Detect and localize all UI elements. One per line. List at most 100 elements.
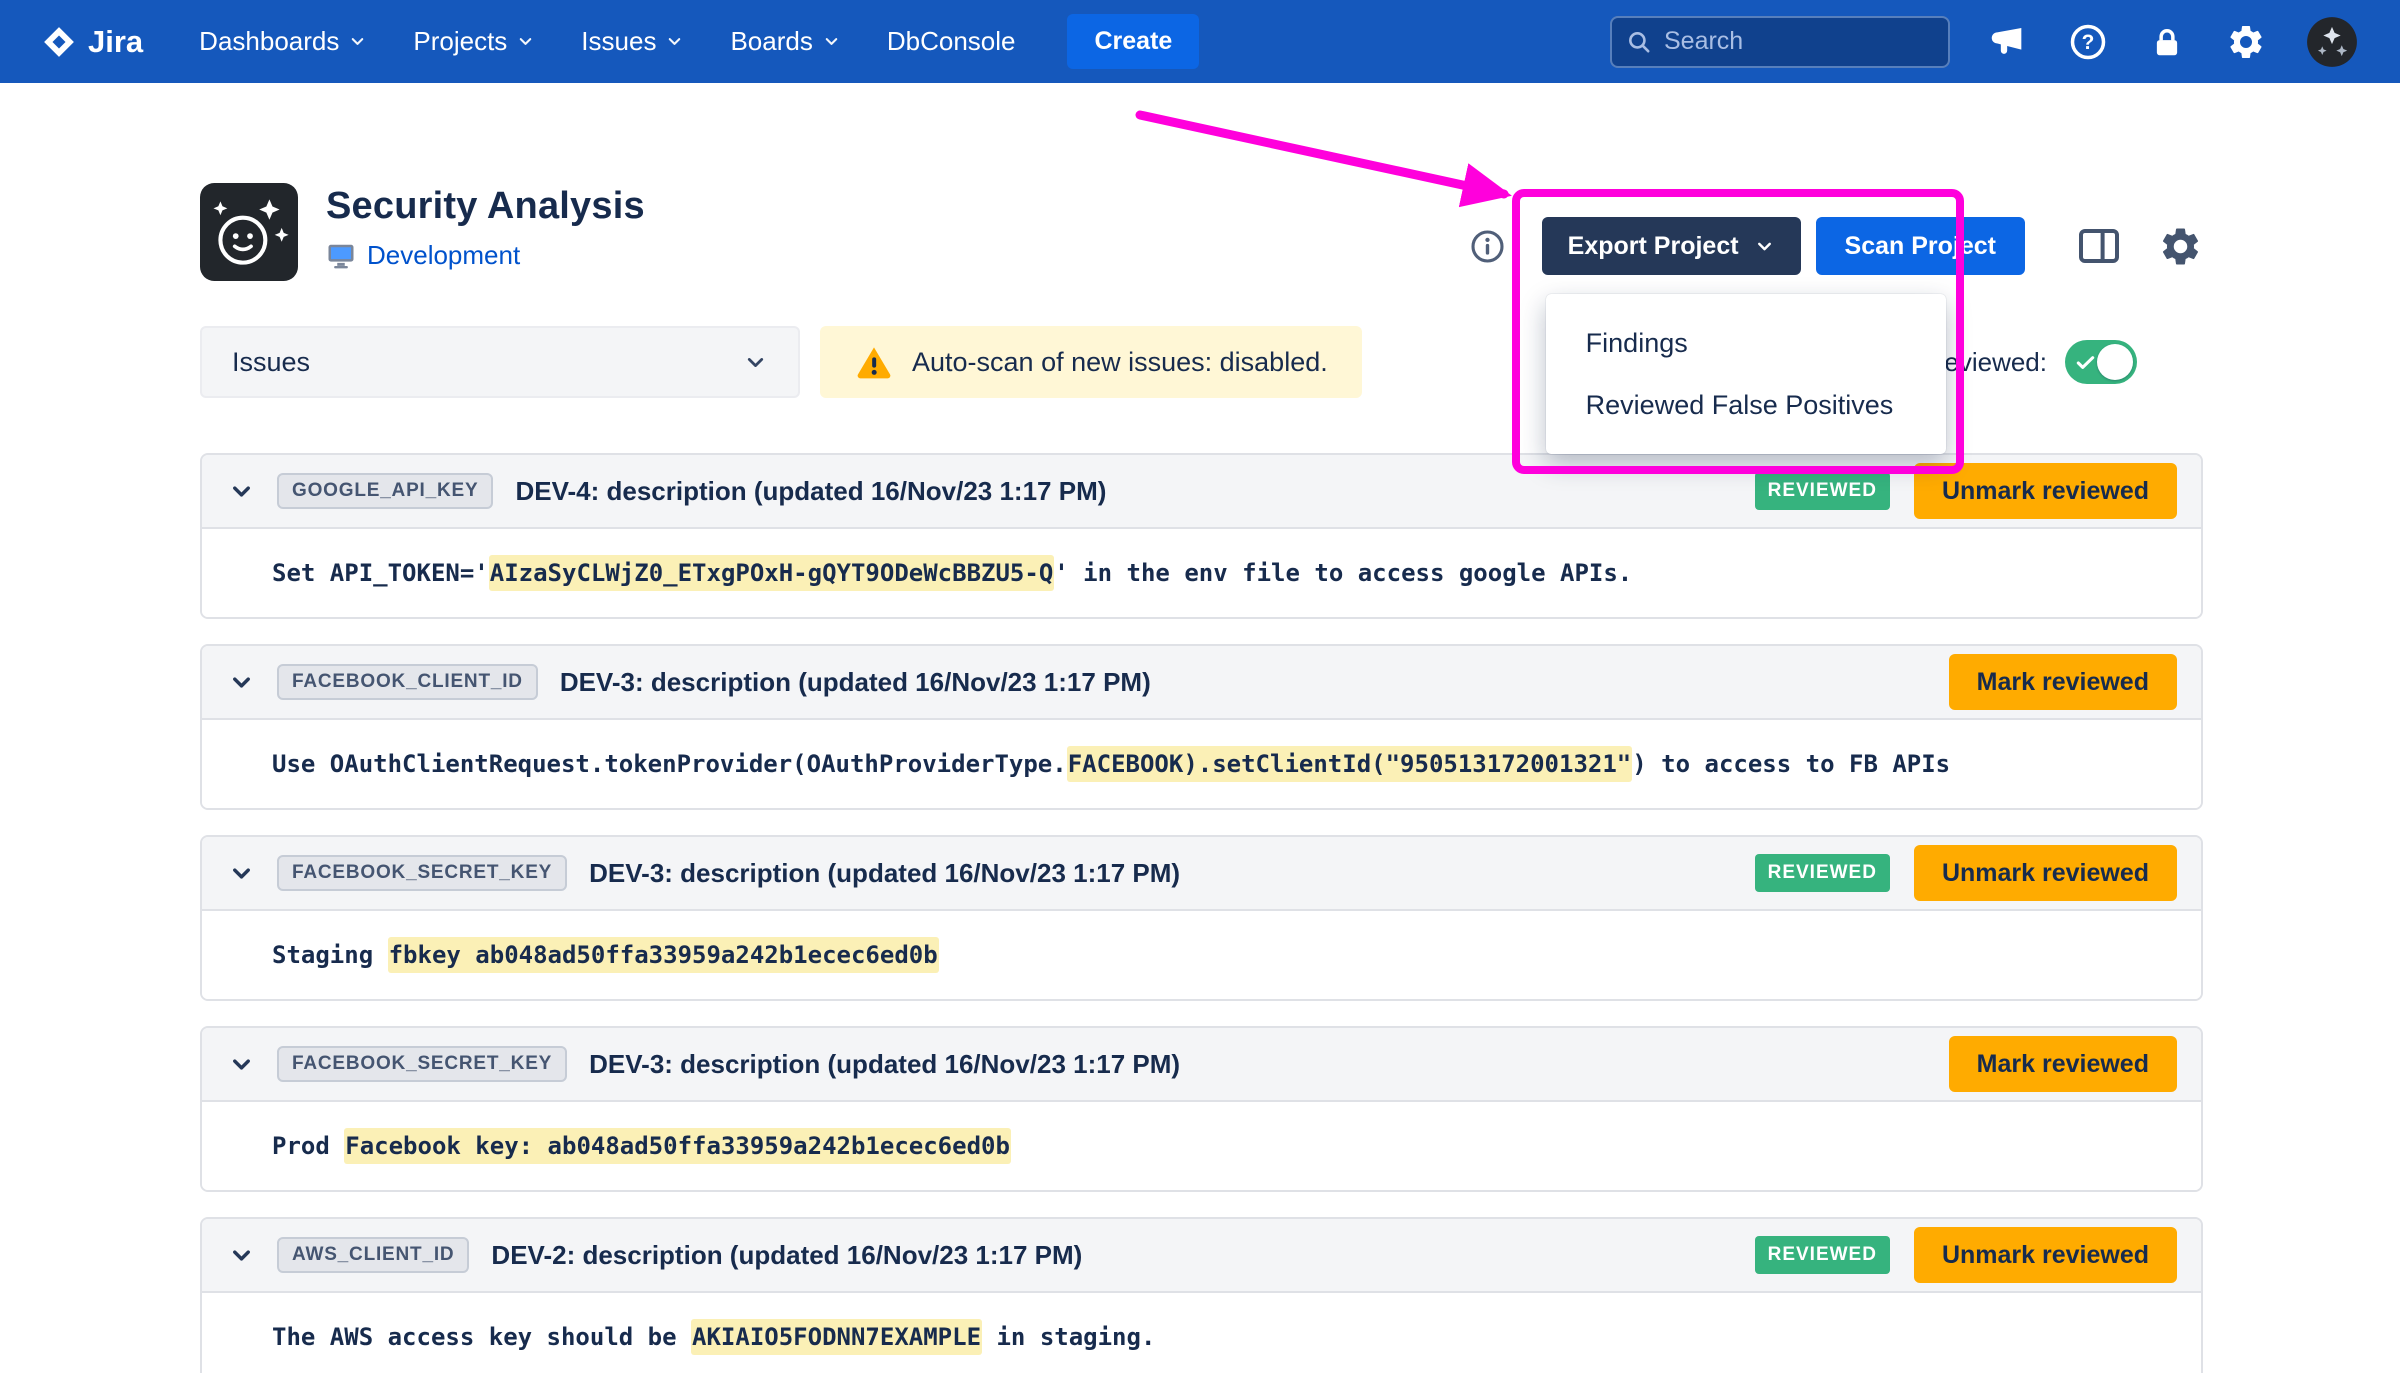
chevron-down-icon	[743, 350, 768, 375]
chevron-down-icon	[665, 32, 684, 51]
show-reviewed-toggle[interactable]	[2065, 340, 2137, 384]
finding-description: Prod Facebook key: ab048ad50ffa33959a242…	[272, 1128, 1011, 1164]
code-segment: ' in the env file to access google APIs.	[1054, 559, 1633, 587]
annotation-arrow	[1135, 110, 1512, 208]
finding-header[interactable]: FACEBOOK_CLIENT_ID DEV-3: description (u…	[202, 646, 2201, 720]
brand-label: Jira	[88, 23, 144, 59]
finding-title: DEV-2: description (updated 16/Nov/23 1:…	[491, 1239, 1083, 1270]
findings-list: GOOGLE_API_KEY DEV-4: description (updat…	[200, 453, 2203, 1373]
page-header: Security Analysis Development Export Pro…	[200, 110, 2203, 474]
menu-item-findings[interactable]: Findings	[1546, 312, 1946, 374]
finding-header[interactable]: GOOGLE_API_KEY DEV-4: description (updat…	[202, 455, 2201, 529]
finding-description: The AWS access key should be AKIAIO5FODN…	[272, 1319, 1155, 1355]
main-content: Security Analysis Development Export Pro…	[0, 110, 2400, 1373]
avatar[interactable]	[2306, 16, 2358, 68]
nav-dbconsole-label: DbConsole	[886, 26, 1016, 56]
nav-projects[interactable]: Projects	[413, 26, 535, 57]
finding-header[interactable]: FACEBOOK_SECRET_KEY DEV-3: description (…	[202, 1028, 2201, 1102]
secret-highlight: AKIAIO5FODNN7EXAMPLE	[691, 1319, 983, 1355]
finding-type-badge: FACEBOOK_CLIENT_ID	[277, 664, 538, 700]
finding-body: Staging fbkey ab048ad50ffa33959a242b1ece…	[202, 911, 2201, 999]
finding-body: Use OAuthClientRequest.tokenProvider(OAu…	[202, 720, 2201, 808]
search-input[interactable]	[1664, 27, 1934, 56]
nav-projects-label: Projects	[413, 26, 508, 56]
gear-icon[interactable]	[2158, 224, 2203, 269]
finding-title: DEV-3: description (updated 16/Nov/23 1:…	[559, 666, 1151, 697]
jira-logo-icon	[42, 25, 76, 59]
reviewed-badge: REVIEWED	[1754, 472, 1890, 510]
secret-highlight: FACEBOOK).setClientId("950513172001321"	[1066, 746, 1633, 782]
finding-body: Set API_TOKEN='AIzaSyCLWjZ0_ETxgPOxH-gQY…	[202, 529, 2201, 617]
review-action-button[interactable]: Mark reviewed	[1948, 1036, 2177, 1092]
finding-title: DEV-3: description (updated 16/Nov/23 1:…	[589, 857, 1181, 888]
finding-header-actions: REVIEWED Unmark reviewed	[1754, 463, 2177, 519]
project-avatar	[200, 183, 298, 281]
finding-header[interactable]: AWS_CLIENT_ID DEV-2: description (update…	[202, 1219, 2201, 1293]
finding-type-badge: FACEBOOK_SECRET_KEY	[277, 855, 568, 891]
finding-card: FACEBOOK_SECRET_KEY DEV-3: description (…	[200, 835, 2203, 1001]
search-icon	[1626, 29, 1652, 55]
finding-description: Use OAuthClientRequest.tokenProvider(OAu…	[272, 746, 1951, 782]
finding-description: Staging fbkey ab048ad50ffa33959a242b1ece…	[272, 937, 939, 973]
gear-icon[interactable]	[2226, 22, 2266, 62]
help-icon[interactable]: ?	[2068, 22, 2108, 62]
chevron-down-icon	[822, 32, 841, 51]
finding-card: AWS_CLIENT_ID DEV-2: description (update…	[200, 1217, 2203, 1373]
chevron-down-icon	[1754, 236, 1775, 257]
export-project-button[interactable]: Export Project	[1541, 217, 1801, 275]
nav-dashboards[interactable]: Dashboards	[199, 26, 367, 57]
export-dropdown-menu: Findings Reviewed False Positives	[1545, 294, 1946, 454]
svg-text:?: ?	[2082, 31, 2095, 54]
review-action-button[interactable]: Unmark reviewed	[1913, 845, 2177, 901]
review-action-button[interactable]: Unmark reviewed	[1913, 463, 2177, 519]
chevron-down-icon[interactable]	[228, 478, 255, 505]
navbar-icons: ?	[1988, 16, 2358, 68]
menu-item-reviewed-false-positives[interactable]: Reviewed False Positives	[1546, 374, 1946, 436]
top-navbar: Jira Dashboards Projects Issues Boards D…	[0, 0, 2400, 83]
project-link-label: Development	[367, 240, 521, 270]
megaphone-icon[interactable]	[1988, 22, 2028, 62]
chevron-down-icon[interactable]	[228, 860, 255, 887]
finding-body: Prod Facebook key: ab048ad50ffa33959a242…	[202, 1102, 2201, 1190]
navbar-search[interactable]	[1610, 15, 1950, 68]
code-segment: Prod	[272, 1132, 345, 1160]
nav-boards[interactable]: Boards	[730, 26, 840, 57]
chevron-down-icon	[348, 32, 367, 51]
review-action-button[interactable]: Unmark reviewed	[1913, 1227, 2177, 1283]
code-segment: The AWS access key should be	[272, 1323, 692, 1351]
review-action-button[interactable]: Mark reviewed	[1948, 654, 2177, 710]
finding-header[interactable]: FACEBOOK_SECRET_KEY DEV-3: description (…	[202, 837, 2201, 911]
code-segment: Staging	[272, 941, 388, 969]
nav-issues[interactable]: Issues	[581, 26, 684, 57]
info-icon[interactable]	[1469, 228, 1506, 265]
warning-text: Auto-scan of new issues: disabled.	[912, 346, 1328, 377]
create-button[interactable]: Create	[1067, 14, 1200, 69]
autoscan-warning-banner: Auto-scan of new issues: disabled.	[820, 326, 1362, 398]
finding-description: Set API_TOKEN='AIzaSyCLWjZ0_ETxgPOxH-gQY…	[272, 555, 1633, 591]
details-panel-icon[interactable]	[2075, 222, 2123, 270]
chevron-down-icon[interactable]	[228, 669, 255, 696]
monitor-icon	[326, 241, 356, 271]
issues-select-value: Issues	[232, 346, 311, 377]
page: Jira Dashboards Projects Issues Boards D…	[0, 0, 2400, 1373]
finding-title: DEV-3: description (updated 16/Nov/23 1:…	[589, 1048, 1181, 1079]
title-block: Security Analysis Development	[326, 183, 645, 271]
issues-select[interactable]: Issues	[200, 326, 800, 398]
chevron-down-icon[interactable]	[228, 1242, 255, 1269]
finding-type-badge: FACEBOOK_SECRET_KEY	[277, 1046, 568, 1082]
reviewed-badge: REVIEWED	[1754, 854, 1890, 892]
code-segment: Use OAuthClientRequest.tokenProvider(OAu…	[272, 750, 1067, 778]
project-link[interactable]: Development	[326, 240, 645, 271]
toggle-knob	[2097, 344, 2133, 380]
nav-issues-label: Issues	[581, 26, 657, 56]
nav-dbconsole[interactable]: DbConsole	[887, 26, 1016, 57]
secret-highlight: AIzaSyCLWjZ0_ETxgPOxH-gQYT9ODeWcBBZU5-Q	[488, 555, 1055, 591]
finding-header-actions: Mark reviewed	[1948, 1036, 2177, 1092]
scan-project-button[interactable]: Scan Project	[1815, 217, 2025, 275]
chevron-down-icon[interactable]	[228, 1051, 255, 1078]
jira-logo[interactable]: Jira	[42, 24, 143, 60]
export-project-wrap: Export Project Findings Reviewed False P…	[1135, 110, 1964, 474]
lock-icon[interactable]	[2148, 23, 2186, 61]
code-segment: ) to access to FB APIs	[1632, 750, 1951, 778]
finding-type-badge: GOOGLE_API_KEY	[277, 473, 494, 509]
